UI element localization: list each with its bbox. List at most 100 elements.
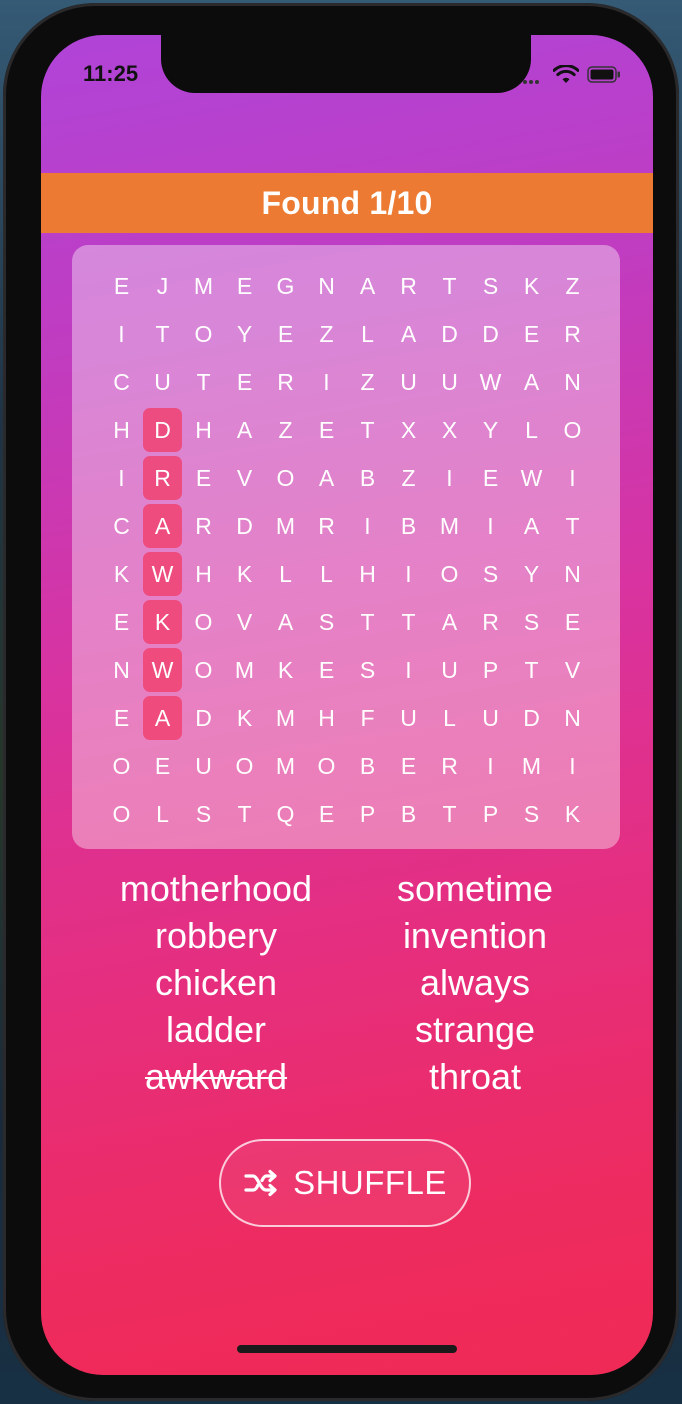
grid-cell[interactable]: M <box>183 262 224 310</box>
grid-cell[interactable]: E <box>470 454 511 502</box>
grid-cell[interactable]: W <box>470 358 511 406</box>
grid-cell[interactable]: E <box>388 742 429 790</box>
grid-cell[interactable]: T <box>429 262 470 310</box>
grid-cell[interactable]: N <box>552 550 593 598</box>
grid-cell[interactable]: A <box>429 598 470 646</box>
grid-cell[interactable]: I <box>388 550 429 598</box>
grid-cell[interactable]: O <box>429 550 470 598</box>
grid-cell[interactable]: K <box>101 550 142 598</box>
grid-cell[interactable]: O <box>183 598 224 646</box>
grid-cell[interactable]: R <box>183 502 224 550</box>
grid-cell[interactable]: I <box>388 646 429 694</box>
grid-cell[interactable]: N <box>552 358 593 406</box>
grid-cell[interactable]: L <box>265 550 306 598</box>
grid-cell[interactable]: V <box>224 454 265 502</box>
grid-cell[interactable]: S <box>470 550 511 598</box>
grid-cell[interactable]: E <box>552 598 593 646</box>
grid-cell[interactable]: A <box>265 598 306 646</box>
home-indicator[interactable] <box>237 1345 457 1353</box>
grid-cell[interactable]: I <box>306 358 347 406</box>
grid-cell[interactable]: O <box>101 790 142 838</box>
grid-cell[interactable]: O <box>101 742 142 790</box>
grid-cell-found[interactable]: K <box>143 600 182 644</box>
grid-cell[interactable]: Z <box>265 406 306 454</box>
grid-cell[interactable]: B <box>388 790 429 838</box>
grid-cell[interactable]: B <box>347 454 388 502</box>
grid-cell[interactable]: I <box>552 454 593 502</box>
grid-cell[interactable]: E <box>142 742 183 790</box>
grid-cell[interactable]: L <box>511 406 552 454</box>
grid-cell[interactable]: M <box>265 742 306 790</box>
grid-cell[interactable]: E <box>101 262 142 310</box>
grid-cell[interactable]: Y <box>470 406 511 454</box>
grid-cell[interactable]: Y <box>224 310 265 358</box>
grid-cell[interactable]: E <box>101 694 142 742</box>
grid-cell[interactable]: O <box>224 742 265 790</box>
grid-cell[interactable]: S <box>470 262 511 310</box>
grid-cell[interactable]: H <box>347 550 388 598</box>
grid-cell[interactable]: T <box>347 406 388 454</box>
grid-cell[interactable]: H <box>183 550 224 598</box>
grid-cell[interactable]: T <box>347 598 388 646</box>
grid-cell[interactable]: E <box>306 406 347 454</box>
grid-cell[interactable]: P <box>470 790 511 838</box>
grid-cell[interactable]: A <box>347 262 388 310</box>
grid-cell[interactable]: R <box>470 598 511 646</box>
grid-cell[interactable]: P <box>347 790 388 838</box>
grid-cell[interactable]: I <box>470 502 511 550</box>
grid-cell[interactable]: P <box>470 646 511 694</box>
grid-cell[interactable]: T <box>511 646 552 694</box>
grid-cell[interactable]: B <box>347 742 388 790</box>
grid-cell[interactable]: W <box>511 454 552 502</box>
grid-cell[interactable]: U <box>388 358 429 406</box>
grid-cell[interactable]: D <box>511 694 552 742</box>
grid-cell[interactable]: M <box>429 502 470 550</box>
grid-cell[interactable]: H <box>183 406 224 454</box>
grid-cell[interactable]: U <box>470 694 511 742</box>
grid-cell[interactable]: A <box>511 358 552 406</box>
grid-cell[interactable]: C <box>101 502 142 550</box>
grid-cell[interactable]: O <box>552 406 593 454</box>
grid-cell[interactable]: O <box>183 646 224 694</box>
grid-cell[interactable]: T <box>183 358 224 406</box>
grid-cell[interactable]: D <box>470 310 511 358</box>
grid-cell[interactable]: Z <box>552 262 593 310</box>
grid-cell[interactable]: R <box>265 358 306 406</box>
grid-cell[interactable]: A <box>306 454 347 502</box>
grid-cell[interactable]: U <box>183 742 224 790</box>
grid-cell[interactable]: U <box>429 358 470 406</box>
grid-cell[interactable]: E <box>224 262 265 310</box>
grid-cell[interactable]: I <box>101 310 142 358</box>
grid-cell[interactable]: F <box>347 694 388 742</box>
grid-cell[interactable]: I <box>552 742 593 790</box>
grid-cell[interactable]: R <box>306 502 347 550</box>
grid-cell[interactable]: L <box>429 694 470 742</box>
grid-cell[interactable]: I <box>101 454 142 502</box>
grid-cell[interactable]: R <box>388 262 429 310</box>
grid-cell[interactable]: T <box>388 598 429 646</box>
grid-cell[interactable]: H <box>101 406 142 454</box>
grid-cell[interactable]: X <box>429 406 470 454</box>
grid-cell[interactable]: X <box>388 406 429 454</box>
grid-cell[interactable]: K <box>511 262 552 310</box>
grid-cell[interactable]: S <box>511 598 552 646</box>
grid-cell[interactable]: H <box>306 694 347 742</box>
grid-cell[interactable]: L <box>142 790 183 838</box>
grid-cell[interactable]: I <box>429 454 470 502</box>
shuffle-button[interactable]: SHUFFLE <box>219 1139 471 1227</box>
grid-cell[interactable]: S <box>306 598 347 646</box>
grid-cell[interactable]: R <box>552 310 593 358</box>
grid-cell[interactable]: D <box>183 694 224 742</box>
grid-cell[interactable]: O <box>183 310 224 358</box>
grid-cell[interactable]: I <box>470 742 511 790</box>
grid-cell[interactable]: K <box>265 646 306 694</box>
grid-cell[interactable]: N <box>101 646 142 694</box>
grid-cell[interactable]: K <box>552 790 593 838</box>
grid-cell[interactable]: A <box>224 406 265 454</box>
grid-cell[interactable]: M <box>265 502 306 550</box>
grid-cell[interactable]: L <box>306 550 347 598</box>
grid-cell[interactable]: E <box>183 454 224 502</box>
grid-cell[interactable]: U <box>388 694 429 742</box>
grid-cell-found[interactable]: D <box>143 408 182 452</box>
grid-cell[interactable]: E <box>306 790 347 838</box>
